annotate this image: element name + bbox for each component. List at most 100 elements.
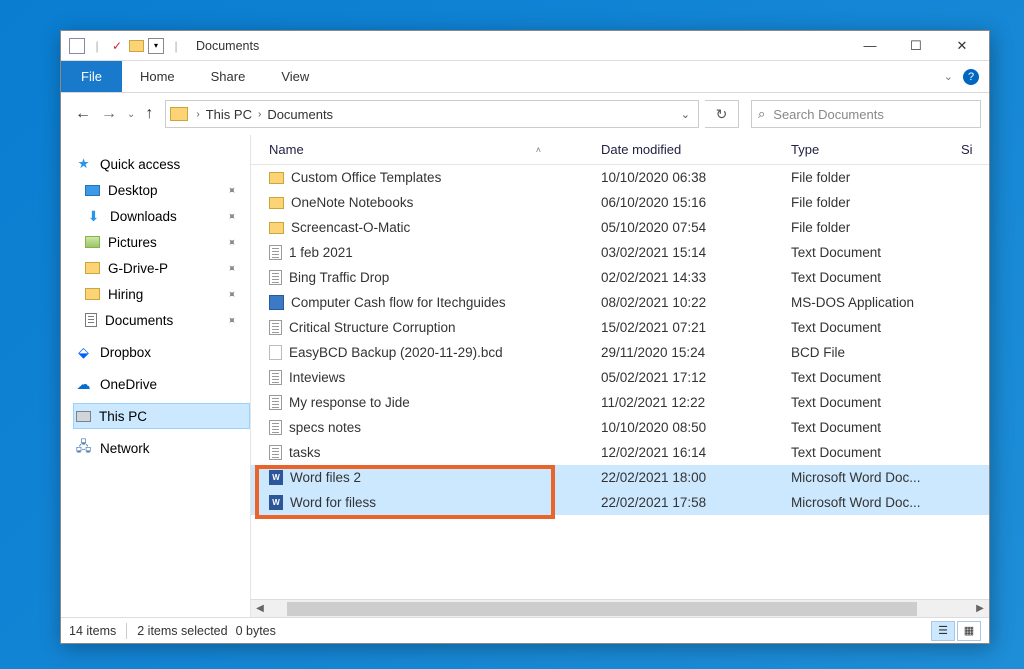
search-input[interactable]: ⌕ Search Documents (751, 100, 981, 128)
file-list[interactable]: Custom Office Templates10/10/2020 06:38F… (251, 165, 989, 599)
file-name: EasyBCD Backup (2020-11-29).bcd (289, 345, 503, 360)
pin-icon: ✦ (224, 234, 240, 250)
column-size[interactable]: Si (961, 142, 989, 157)
back-button[interactable]: ← (75, 105, 91, 123)
desktop-icon (85, 185, 100, 196)
sidebar-item[interactable]: Pictures✦ (73, 229, 250, 255)
scroll-right-icon[interactable]: ▶ (971, 603, 989, 614)
tab-share[interactable]: Share (193, 61, 264, 92)
status-selection: 2 items selected (137, 624, 227, 638)
folder-icon (269, 172, 284, 184)
scroll-left-icon[interactable]: ◀ (251, 603, 269, 614)
folder-icon (269, 197, 284, 209)
explorer-window: | ✓ ▾ | Documents ― ☐ ✕ File Home Share … (60, 30, 990, 644)
check-icon[interactable]: ✓ (109, 38, 125, 54)
nav-this-pc[interactable]: This PC (73, 403, 250, 429)
breadcrumb-documents[interactable]: Documents (263, 107, 337, 122)
table-row[interactable]: OneNote Notebooks06/10/2020 15:16File fo… (251, 190, 989, 215)
sidebar-item[interactable]: Downloads✦ (73, 203, 250, 229)
minimize-button[interactable]: ― (847, 31, 893, 60)
file-tab[interactable]: File (61, 61, 122, 92)
table-row[interactable]: WWord for filess22/02/2021 17:58Microsof… (251, 490, 989, 515)
table-row[interactable]: EasyBCD Backup (2020-11-29).bcd 29/11/202… (251, 340, 989, 365)
close-button[interactable]: ✕ (939, 31, 985, 60)
tab-view[interactable]: View (263, 61, 327, 92)
pin-icon: ✦ (224, 182, 240, 198)
nav-quick-access[interactable]: ★ Quick access (73, 151, 250, 177)
up-button[interactable]: ↑ (145, 105, 153, 123)
file-type: BCD File (791, 345, 961, 360)
view-details-button[interactable]: ☰ (931, 621, 955, 641)
table-row[interactable]: Computer Cash flow for Itechguides08/02/… (251, 290, 989, 315)
table-row[interactable]: Bing Traffic Drop02/02/2021 14:33Text Do… (251, 265, 989, 290)
sort-asc-icon: ˄ (536, 145, 541, 155)
help-icon[interactable]: ? (963, 69, 979, 85)
search-placeholder: Search Documents (773, 107, 884, 122)
nav-network[interactable]: 🖧 Network (73, 435, 250, 461)
folder-icon (269, 222, 284, 234)
refresh-button[interactable]: ↻ (705, 100, 739, 128)
table-row[interactable]: tasks12/02/2021 16:14Text Document (251, 440, 989, 465)
chevron-right-icon[interactable]: › (256, 109, 263, 120)
file-date: 22/02/2021 17:58 (601, 495, 791, 510)
nav-onedrive[interactable]: ☁ OneDrive (73, 371, 250, 397)
table-row[interactable]: specs notes10/10/2020 08:50Text Document (251, 415, 989, 440)
pic-icon (85, 236, 100, 248)
folder-icon[interactable] (129, 40, 144, 52)
maximize-button[interactable]: ☐ (893, 31, 939, 60)
horizontal-scrollbar[interactable]: ◀ ▶ (251, 599, 989, 617)
down-icon (85, 208, 102, 225)
file-date: 29/11/2020 15:24 (601, 345, 791, 360)
view-large-icons-button[interactable]: ▦ (957, 621, 981, 641)
scroll-thumb[interactable] (287, 602, 917, 616)
table-row[interactable]: Custom Office Templates10/10/2020 06:38F… (251, 165, 989, 190)
nav-dropbox[interactable]: ⬙ Dropbox (73, 339, 250, 365)
sidebar-item-label: Hiring (108, 287, 143, 302)
file-date: 12/02/2021 16:14 (601, 445, 791, 460)
separator-icon: | (168, 38, 184, 54)
sidebar-item-label: Documents (105, 313, 173, 328)
column-headers: Name˄ Date modified Type Si (251, 135, 989, 165)
separator-icon: | (89, 38, 105, 54)
file-name: Screencast-O-Matic (291, 220, 410, 235)
file-name: Word for filess (290, 495, 376, 510)
quick-access-toolbar: | ✓ ▾ | (65, 38, 188, 54)
file-date: 10/10/2020 08:50 (601, 420, 791, 435)
overflow-icon[interactable]: ▾ (148, 38, 164, 54)
file-name: 1 feb 2021 (289, 245, 353, 260)
address-dropdown-icon[interactable]: ⌄ (681, 108, 694, 121)
file-type: Microsoft Word Doc... (791, 495, 961, 510)
table-row[interactable]: My response to Jide11/02/2021 12:22Text … (251, 390, 989, 415)
navigation-pane: ★ Quick access Desktop✦Downloads✦Picture… (61, 135, 251, 617)
forward-button[interactable]: → (101, 105, 117, 123)
chevron-right-icon[interactable]: › (194, 109, 201, 120)
table-row[interactable]: Critical Structure Corruption15/02/2021 … (251, 315, 989, 340)
ribbon-expand-icon[interactable]: ⌄ (944, 70, 953, 83)
properties-icon[interactable] (69, 38, 85, 54)
sidebar-item[interactable]: G-Drive-P✦ (73, 255, 250, 281)
file-name: Computer Cash flow for Itechguides (291, 295, 506, 310)
file-name: Word files 2 (290, 470, 361, 485)
text-icon (269, 420, 282, 435)
table-row[interactable]: Screencast-O-Matic05/10/2020 07:54File f… (251, 215, 989, 240)
sidebar-item[interactable]: Desktop✦ (73, 177, 250, 203)
column-date[interactable]: Date modified (601, 142, 791, 157)
address-bar[interactable]: › This PC › Documents ⌄ (165, 100, 699, 128)
folder-icon (85, 262, 100, 274)
star-icon: ★ (75, 156, 92, 173)
column-name[interactable]: Name˄ (251, 142, 601, 157)
table-row[interactable]: 1 feb 202103/02/2021 15:14Text Document (251, 240, 989, 265)
history-dropdown-icon[interactable]: ⌄ (127, 109, 135, 120)
table-row[interactable]: WWord files 222/02/2021 18:00Microsoft W… (251, 465, 989, 490)
file-date: 15/02/2021 07:21 (601, 320, 791, 335)
table-row[interactable]: Inteviews05/02/2021 17:12Text Document (251, 365, 989, 390)
titlebar: | ✓ ▾ | Documents ― ☐ ✕ (61, 31, 989, 61)
sidebar-item[interactable]: Documents✦ (73, 307, 250, 333)
column-type[interactable]: Type (791, 142, 961, 157)
breadcrumb-thispc[interactable]: This PC (202, 107, 256, 122)
file-type: Text Document (791, 395, 961, 410)
file-date: 10/10/2020 06:38 (601, 170, 791, 185)
tab-home[interactable]: Home (122, 61, 193, 92)
sidebar-item[interactable]: Hiring✦ (73, 281, 250, 307)
file-type: Text Document (791, 245, 961, 260)
